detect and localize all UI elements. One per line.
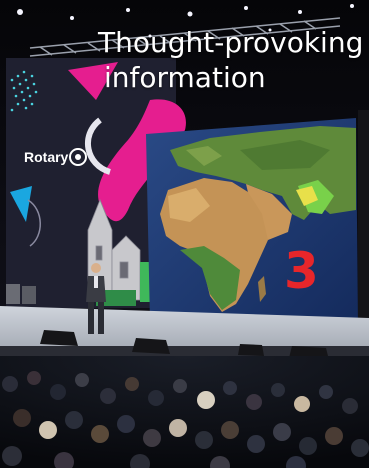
right-wall [358,110,369,340]
equipment-box [6,284,20,304]
caption-line-1: Thought-provoking [98,26,364,59]
svg-text:Rotary: Rotary [24,149,69,165]
slide-number: 3 [284,242,319,300]
caption-line-2: information [104,61,266,94]
photo-frame: Rotary 3 Thought-provoking information [0,0,369,468]
map-screen: 3 [146,118,358,328]
